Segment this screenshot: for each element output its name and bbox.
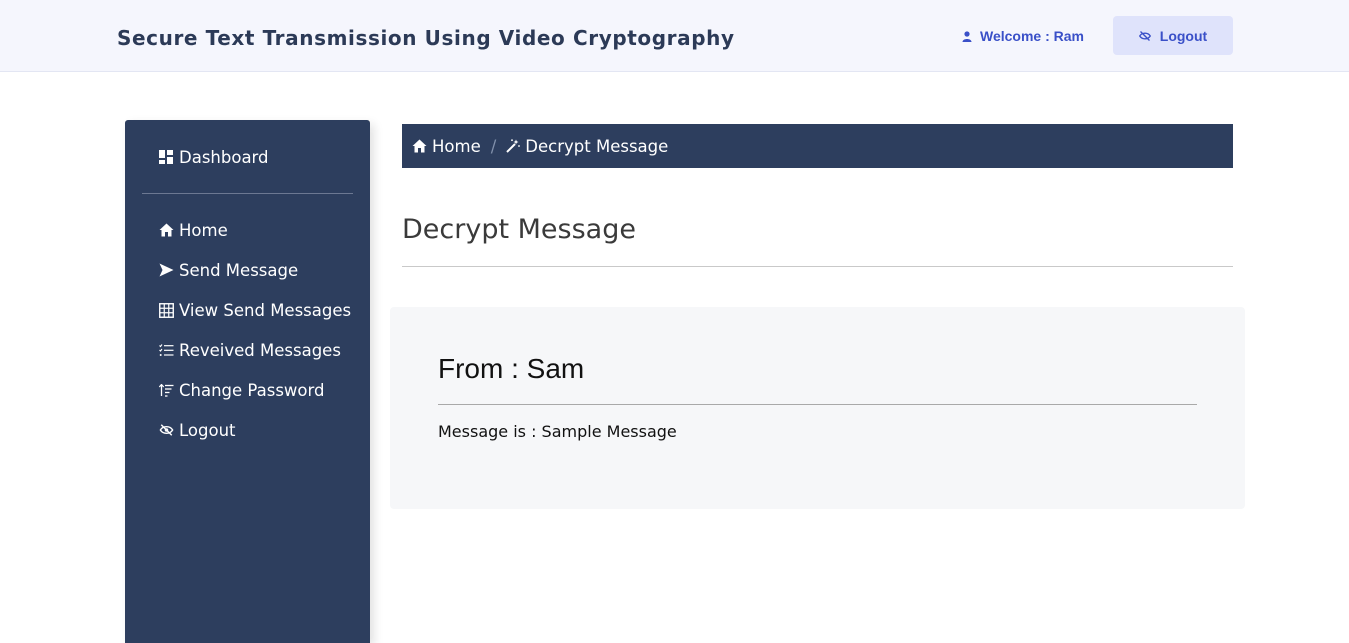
sidebar-item-label: Logout (179, 420, 236, 440)
card-divider (438, 404, 1197, 405)
sidebar-item-label: View Send Messages (179, 300, 352, 320)
sidebar-item-label: Send Message (179, 260, 299, 280)
welcome-text: Welcome : Ram (980, 28, 1084, 44)
message-card: From : Sam Message is : Sample Message (390, 307, 1245, 509)
breadcrumb-home-label: Home (432, 136, 481, 156)
breadcrumb-separator: / (490, 136, 497, 156)
home-icon (158, 222, 174, 238)
eye-slash-icon (1138, 30, 1151, 42)
sidebar-item-home[interactable]: Home (158, 218, 228, 242)
breadcrumb-current: Decrypt Message (506, 137, 668, 156)
sidebar-item-label: Dashboard (179, 147, 269, 167)
sidebar: Dashboard Home Send Message View Send Me… (125, 120, 370, 643)
breadcrumb: Home / Decrypt Message (402, 124, 1233, 168)
home-icon (412, 139, 427, 153)
magic-wand-icon (506, 139, 521, 153)
page-title: Decrypt Message (402, 214, 636, 245)
decrypted-message: Message is : Sample Message (438, 422, 677, 441)
sidebar-item-label: Change Password (179, 380, 325, 400)
breadcrumb-current-label: Decrypt Message (525, 136, 669, 156)
header-logout-button[interactable]: Logout (1113, 16, 1233, 55)
table-grid-icon (158, 302, 174, 318)
welcome-user: Welcome : Ram (962, 27, 1084, 45)
sidebar-item-received-messages[interactable]: Reveived Messages (158, 338, 341, 362)
sidebar-item-label: Reveived Messages (179, 340, 341, 360)
sidebar-item-change-password[interactable]: Change Password (158, 378, 325, 402)
sidebar-item-dashboard[interactable]: Dashboard (158, 145, 269, 169)
header-logout-label: Logout (1159, 27, 1208, 44)
title-divider (402, 266, 1233, 267)
top-header: Secure Text Transmission Using Video Cry… (0, 0, 1349, 72)
app-title: Secure Text Transmission Using Video Cry… (117, 26, 735, 50)
sidebar-divider (142, 193, 353, 194)
eye-slash-icon (158, 422, 174, 438)
sidebar-item-label: Home (179, 220, 228, 240)
sort-icon (158, 382, 174, 398)
sidebar-item-logout[interactable]: Logout (158, 418, 236, 442)
user-icon (962, 30, 972, 42)
message-sender: From : Sam (438, 353, 585, 384)
sidebar-item-send-message[interactable]: Send Message (158, 258, 298, 282)
send-icon (158, 262, 174, 278)
sidebar-item-view-send-messages[interactable]: View Send Messages (158, 298, 351, 322)
dashboard-icon (158, 149, 174, 165)
list-icon (158, 342, 174, 358)
breadcrumb-home[interactable]: Home (412, 137, 481, 156)
